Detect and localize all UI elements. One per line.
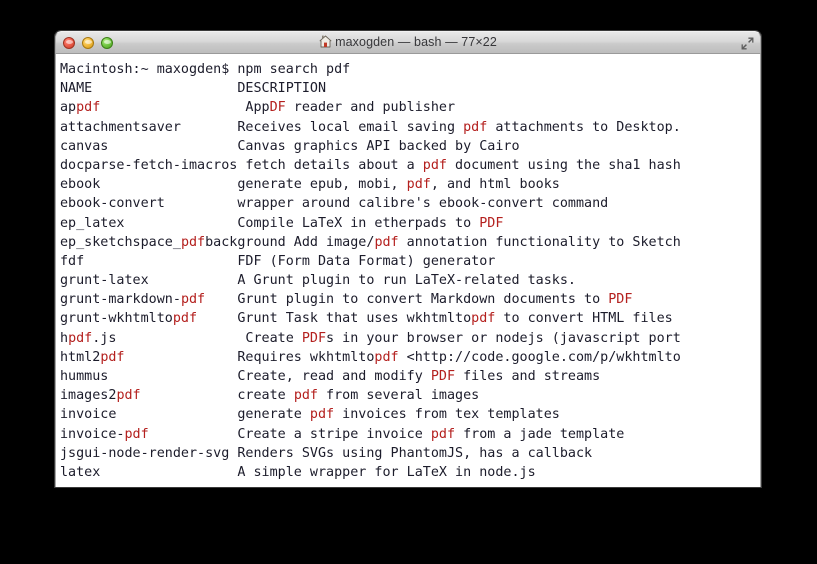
terminal-text: s in your browser or nodejs (javascript … <box>326 330 681 346</box>
terminal-line: fdf FDF (Form Data Format) generator <box>60 252 760 271</box>
terminal-window[interactable]: maxogden — bash — 77×22 Macintosh:~ maxo… <box>55 31 761 487</box>
terminal-text: html2 <box>60 349 101 365</box>
terminal-text: from a jade template <box>455 426 625 442</box>
search-match: pdf <box>116 388 141 404</box>
terminal-text: ep_sketchspace_ <box>60 234 181 250</box>
terminal-text: grunt-wkhtmlto <box>60 311 173 327</box>
terminal-text: images2 <box>60 388 117 404</box>
terminal-text: Macintosh:~ maxogden$ npm search pdf <box>60 62 351 77</box>
terminal-text: invoices from tex templates <box>334 407 560 423</box>
terminal-text: App <box>100 100 270 116</box>
terminal-text: , and html books <box>430 177 560 193</box>
terminal-text: canvas Canvas graphics API backed by Cai… <box>60 138 520 154</box>
terminal-text: create <box>140 388 294 404</box>
search-match: pdf <box>124 426 149 442</box>
terminal-line: grunt-latex A Grunt plugin to run LaTeX-… <box>60 271 760 290</box>
terminal-text: to convert HTML files <box>495 311 673 327</box>
search-match: PDF <box>608 292 633 308</box>
search-match: pdf <box>180 292 206 308</box>
terminal-text: Create a stripe invoice <box>148 426 431 442</box>
terminal-line: hummus Create, read and modify PDF files… <box>60 367 760 386</box>
terminal-line: attachmentsaver Receives local email sav… <box>60 118 760 137</box>
expand-arrows-icon <box>741 37 754 50</box>
terminal-line: ep_latex Compile LaTeX in etherpads to P… <box>60 214 760 233</box>
terminal-text: Grunt plugin to convert Markdown documen… <box>205 292 609 308</box>
window-title-text: maxogden — bash — 77×22 <box>335 34 497 49</box>
terminal-line: grunt-wkhtmltopdf Grunt Task that uses w… <box>60 309 760 328</box>
terminal-text: ebook-convert wrapper around calibre's e… <box>60 196 609 212</box>
terminal-line: docparse-fetch-imacros fetch details abo… <box>60 156 760 175</box>
terminal-text: attachments to Desktop. <box>487 119 681 135</box>
search-match: pdf <box>430 426 456 442</box>
terminal-text: NAME DESCRIPTION <box>60 81 327 97</box>
window-title-bar[interactable]: maxogden — bash — 77×22 <box>55 31 761 54</box>
search-match: DF <box>269 100 286 116</box>
terminal-text: h <box>60 330 69 346</box>
search-match: pdf <box>406 177 431 193</box>
terminal-line: invoice-pdf Create a stripe invoice pdf … <box>60 425 760 444</box>
terminal-line: images2pdf create pdf from several image… <box>60 386 760 405</box>
search-match: pdf <box>180 234 206 250</box>
terminal-text: latex A simple wrapper for LaTeX in node… <box>60 464 536 480</box>
terminal-text: grunt-latex A Grunt plugin to run LaTeX-… <box>60 273 576 289</box>
search-match: pdf <box>463 119 488 135</box>
terminal-text: background Add image/ <box>205 234 375 250</box>
terminal-text: annotation functionality to Sketch <box>398 234 681 250</box>
terminal-line: latex A simple wrapper for LaTeX in node… <box>60 463 760 482</box>
terminal-body[interactable]: Macintosh:~ maxogden$ npm search pdf NAME… <box>55 54 761 487</box>
terminal-text: ap <box>60 100 77 116</box>
terminal-line: ebook-convert wrapper around calibre's e… <box>60 194 760 213</box>
terminal-line: appdf AppDF reader and publisher <box>60 98 760 117</box>
terminal-text: Grunt Task that uses wkhtmlto <box>197 311 472 327</box>
terminal-text: files and streams <box>455 369 601 384</box>
terminal-text: reader and publisher <box>285 100 456 116</box>
fullscreen-button[interactable] <box>740 36 755 51</box>
terminal-line: grunt-markdown-pdf Grunt plugin to conve… <box>60 290 760 309</box>
terminal-text: ep_latex Compile LaTeX in etherpads to <box>60 215 480 231</box>
terminal-text: ebook generate epub, mobi, <box>60 177 407 193</box>
terminal-line: NAME DESCRIPTION <box>60 79 760 98</box>
terminal-text: jsgui-node-render-svg Renders SVGs using… <box>60 445 593 461</box>
window-title: maxogden — bash — 77×22 <box>56 31 760 55</box>
terminal-text: hummus Create, read and modify <box>60 369 431 384</box>
terminal-text: grunt-markdown- <box>60 292 181 308</box>
terminal-line: ep_sketchspace_pdfbackground Add image/p… <box>60 233 760 252</box>
terminal-line: invoice generate pdf invoices from tex t… <box>60 405 760 424</box>
search-match: pdf <box>172 311 198 327</box>
terminal-text: .js Create <box>92 330 302 346</box>
search-match: PDF <box>301 330 327 346</box>
search-match: PDF <box>479 215 504 231</box>
search-match: pdf <box>100 349 125 365</box>
search-match: pdf <box>471 311 496 327</box>
search-match: pdf <box>293 388 318 404</box>
search-match: pdf <box>374 349 399 365</box>
terminal-text: Requires wkhtmlto <box>124 349 375 365</box>
terminal-line: canvas Canvas graphics API backed by Cai… <box>60 137 760 156</box>
terminal-text: <http://code.google.com/p/wkhtmlto <box>398 349 681 365</box>
search-match: pdf <box>68 330 93 346</box>
house-icon <box>319 33 332 55</box>
terminal-line: html2pdf Requires wkhtmltopdf <http://co… <box>60 348 760 367</box>
search-match: PDF <box>430 369 456 384</box>
terminal-line: ebook generate epub, mobi, pdf, and html… <box>60 175 760 194</box>
terminal-text: from several images <box>318 388 480 404</box>
search-match: pdf <box>422 157 447 173</box>
terminal-line: Macintosh:~ maxogden$ npm search pdf <box>60 60 760 79</box>
terminal-text: invoice generate <box>60 407 310 423</box>
search-match: pdf <box>309 407 335 423</box>
terminal-text: attachmentsaver Receives local email sav… <box>60 119 464 135</box>
search-match: pdf <box>76 100 101 116</box>
terminal-output: Macintosh:~ maxogden$ npm search pdf NAME… <box>60 60 760 482</box>
desktop-background: maxogden — bash — 77×22 Macintosh:~ maxo… <box>0 0 817 564</box>
terminal-text: docparse-fetch-imacros fetch details abo… <box>60 157 423 173</box>
terminal-text: fdf FDF (Form Data Format) generator <box>60 253 496 269</box>
terminal-text: document using the sha1 hash <box>446 157 681 173</box>
terminal-line: hpdf.js Create PDFs in your browser or n… <box>60 329 760 348</box>
terminal-text: invoice- <box>60 426 125 442</box>
search-match: pdf <box>374 234 399 250</box>
terminal-line: jsgui-node-render-svg Renders SVGs using… <box>60 444 760 463</box>
